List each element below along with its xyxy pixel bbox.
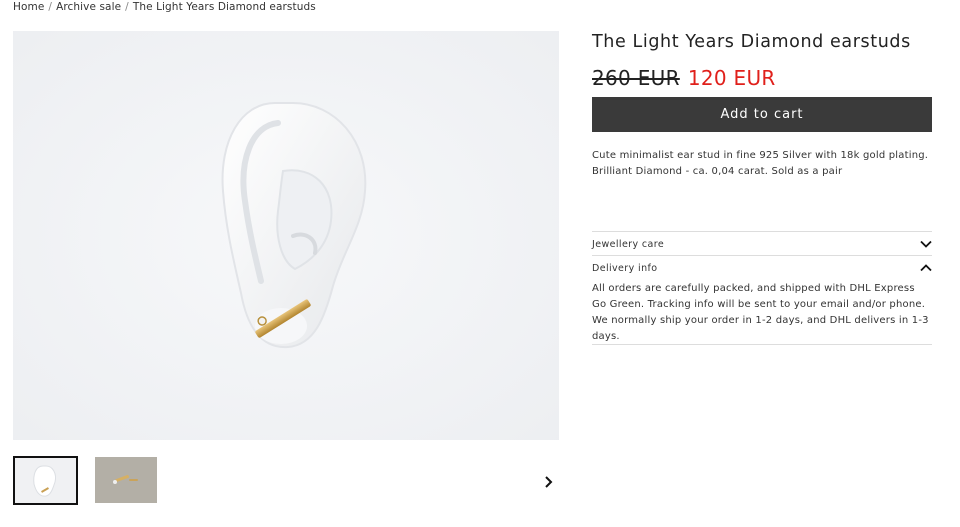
- add-to-cart-button[interactable]: Add to cart: [592, 97, 932, 132]
- product-title: The Light Years Diamond earstuds: [592, 32, 911, 52]
- accordion-jewellery-care: Jewellery care: [592, 231, 932, 256]
- breadcrumb-home[interactable]: Home: [13, 1, 44, 13]
- breadcrumb-archive-sale[interactable]: Archive sale: [56, 1, 121, 13]
- accordion-label: Delivery info: [592, 262, 658, 274]
- chevron-up-icon: [920, 264, 932, 272]
- accordion-label: Jewellery care: [592, 238, 665, 250]
- breadcrumb-current: The Light Years Diamond earstuds: [132, 1, 316, 13]
- original-price: 260 EUR: [592, 66, 680, 90]
- product-info: The Light Years Diamond earstuds 260 EUR…: [592, 32, 932, 345]
- accordion-delivery-info: Delivery info All orders are carefully p…: [592, 255, 932, 345]
- accordion-header-delivery-info[interactable]: Delivery info: [592, 256, 932, 280]
- thumbnail-1[interactable]: [13, 456, 78, 505]
- delivery-info-text: All orders are carefully packed, and shi…: [592, 283, 929, 342]
- product-main-image[interactable]: [13, 31, 559, 440]
- price-block: 260 EUR 120 EUR: [592, 66, 932, 90]
- sale-price: 120 EUR: [687, 66, 776, 90]
- breadcrumb-separator: /: [48, 1, 53, 13]
- breadcrumb-separator: /: [125, 1, 129, 13]
- thumbnail-2[interactable]: [95, 457, 157, 503]
- chevron-right-icon[interactable]: [542, 474, 556, 490]
- breadcrumb: Home / Archive sale / The Light Years Diamon…: [13, 1, 316, 13]
- product-description: Cute minimalist ear stud in fine 925 Sil…: [592, 150, 929, 177]
- accordion-header-jewellery-care[interactable]: Jewellery care: [592, 232, 932, 256]
- divider: [592, 344, 932, 345]
- chevron-down-icon: [920, 240, 932, 248]
- thumbnail-strip: [13, 456, 157, 505]
